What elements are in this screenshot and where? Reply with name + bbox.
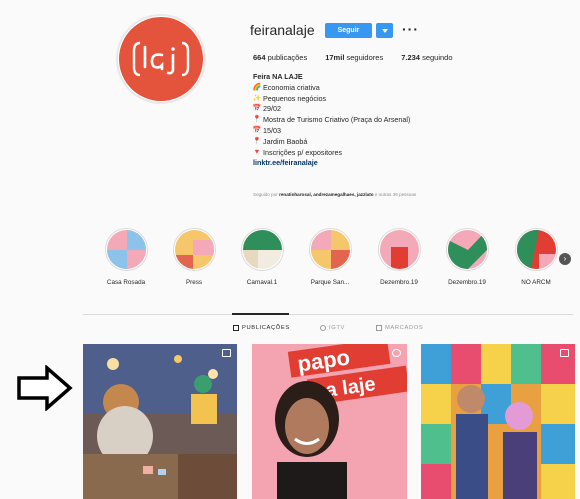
triangle-down-icon: 🔻 bbox=[252, 148, 262, 156]
highlight-label: Dezembro.19 bbox=[448, 279, 486, 286]
highlight-ring bbox=[514, 228, 558, 271]
tab-igtv[interactable]: IGTV bbox=[320, 325, 345, 331]
bio-line: 📅 15/03 bbox=[252, 125, 281, 135]
bio-line: 🌈 Economia criativa bbox=[252, 82, 320, 92]
posts-stat: 664 publicações bbox=[253, 53, 308, 62]
rainbow-icon: 🌈 bbox=[252, 83, 262, 91]
laj-logo-icon bbox=[132, 41, 190, 77]
highlight-cover bbox=[310, 230, 350, 269]
more-options-button[interactable]: ··· bbox=[402, 22, 419, 36]
multiple-posts-icon bbox=[560, 349, 569, 357]
highlight-no-arcm[interactable]: NO ARCM bbox=[509, 228, 563, 286]
highlight-label: Casa Rosada bbox=[106, 279, 146, 286]
highlight-dezembro-1[interactable]: Dezembro.19 bbox=[372, 228, 426, 286]
sparkles-icon: ✨ bbox=[252, 94, 262, 102]
bio-line: 🔻 Inscrições p/ expositores bbox=[252, 147, 343, 157]
highlight-label: Dezembro.19 bbox=[380, 279, 418, 286]
bio-line: 📍 Mostra de Turismo Criativo (Praça do Ar… bbox=[252, 115, 411, 125]
highlight-ring bbox=[172, 228, 216, 271]
tabs-divider bbox=[83, 314, 573, 315]
profile-bio: Feira NA LAJE 🌈 Economia criativa ✨ Pequen… bbox=[252, 72, 411, 169]
calendar-icon: 📅 bbox=[252, 126, 262, 134]
post-thumbnail[interactable] bbox=[83, 344, 237, 499]
profile-stats: 664 publicações 17mil seguidores 7.234 s… bbox=[253, 53, 453, 62]
highlight-cover bbox=[106, 230, 146, 269]
igtv-icon bbox=[320, 325, 326, 331]
highlight-carnaval[interactable]: Carnaval.1 bbox=[235, 228, 289, 286]
bio-line: 📅 29/02 bbox=[252, 104, 281, 114]
followed-by-text[interactable]: Seguido por renatinharosal, andrezamegal… bbox=[253, 192, 416, 197]
highlight-press[interactable]: Press bbox=[167, 228, 221, 286]
post-thumbnail[interactable] bbox=[421, 344, 575, 499]
follow-button[interactable]: Seguir bbox=[325, 23, 372, 38]
pin-icon: 📍 bbox=[252, 116, 262, 124]
highlight-label: Carnaval.1 bbox=[246, 279, 278, 286]
highlight-cover bbox=[242, 230, 282, 269]
highlight-label: Parque San... bbox=[310, 279, 350, 286]
highlight-dezembro-2[interactable]: Dezembro.19 bbox=[440, 228, 494, 286]
highlight-casa-rosada[interactable]: Casa Rosada bbox=[99, 228, 153, 286]
highlight-label: NO ARCM bbox=[521, 279, 551, 286]
highlight-parque[interactable]: Parque San... bbox=[303, 228, 357, 286]
highlight-ring bbox=[104, 228, 148, 271]
video-icon bbox=[392, 349, 401, 357]
profile-username: feiranalaje bbox=[250, 22, 315, 38]
highlight-label: Press bbox=[185, 279, 203, 286]
suggested-dropdown-button[interactable] bbox=[376, 23, 393, 38]
tab-publicacoes[interactable]: PUBLICAÇÕES bbox=[233, 325, 290, 331]
profile-avatar[interactable] bbox=[116, 14, 206, 104]
followers-stat[interactable]: 17mil seguidores bbox=[325, 53, 383, 62]
highlights-next-button[interactable]: › bbox=[559, 253, 571, 265]
highlight-ring bbox=[377, 228, 421, 271]
pointing-arrow-icon bbox=[17, 365, 73, 411]
highlight-cover bbox=[447, 230, 487, 269]
multiple-posts-icon bbox=[222, 349, 231, 357]
avatar-image bbox=[119, 17, 203, 101]
highlight-cover bbox=[379, 230, 419, 269]
bio-link[interactable]: linktr.ee/feiranalaje bbox=[253, 158, 410, 169]
highlight-cover bbox=[516, 230, 556, 269]
grid-icon bbox=[233, 325, 239, 331]
bio-line: ✨ Pequenos negócios bbox=[252, 93, 327, 103]
following-stat[interactable]: 7.234 seguindo bbox=[401, 53, 452, 62]
calendar-icon: 📅 bbox=[252, 105, 262, 113]
highlight-ring bbox=[308, 228, 352, 271]
tab-marcados[interactable]: MARCADOS bbox=[376, 325, 423, 331]
bio-line: 📍 Jardim Baobá bbox=[252, 136, 308, 146]
highlight-cover bbox=[174, 230, 214, 269]
active-tab-indicator bbox=[232, 313, 289, 315]
tagged-icon bbox=[376, 325, 382, 331]
chevron-down-icon bbox=[381, 28, 388, 33]
post-thumbnail[interactable]: papo na laje bbox=[252, 344, 407, 499]
bio-name: Feira NA LAJE bbox=[253, 72, 303, 81]
highlight-ring bbox=[240, 228, 284, 271]
highlight-ring bbox=[445, 228, 489, 271]
pin-icon: 📍 bbox=[252, 137, 262, 145]
